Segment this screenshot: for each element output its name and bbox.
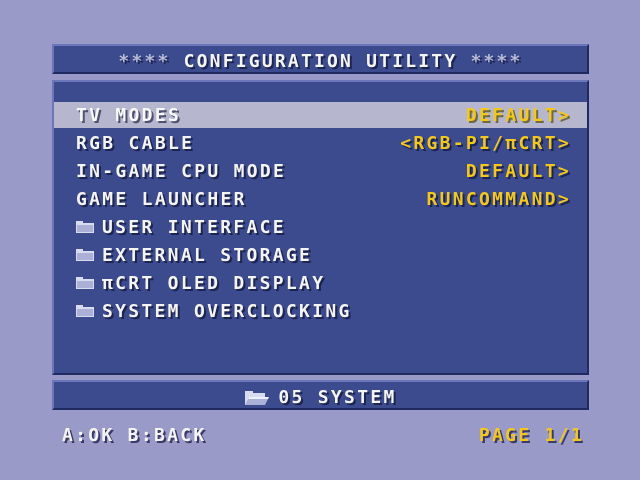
menu-item-oled-display[interactable]: πCRT OLED DISPLAY <box>54 270 587 296</box>
menu-item-label: πCRT OLED DISPLAY <box>102 273 326 294</box>
title-decoration-right: **** <box>470 51 523 72</box>
menu-item-label: USER INTERFACE <box>102 217 286 238</box>
menu-list: TV MODES DEFAULT> RGB CABLE <RGB-PI/πCRT… <box>52 80 589 375</box>
folder-icon <box>76 221 94 233</box>
menu-item-label: RGB CABLE <box>76 133 195 154</box>
menu-item-label: IN-GAME CPU MODE <box>76 161 287 182</box>
menu-item-user-interface[interactable]: USER INTERFACE <box>54 214 587 240</box>
menu-item-tv-modes[interactable]: TV MODES DEFAULT> <box>54 102 587 128</box>
menu-item-rgb-cable[interactable]: RGB CABLE <RGB-PI/πCRT> <box>54 130 587 156</box>
menu-item-external-storage[interactable]: EXTERNAL STORAGE <box>54 242 587 268</box>
menu-item-in-game-cpu-mode[interactable]: IN-GAME CPU MODE DEFAULT> <box>54 158 587 184</box>
breadcrumb: 05 SYSTEM <box>54 387 587 408</box>
menu-item-value[interactable]: DEFAULT> <box>466 161 571 182</box>
menu-item-game-launcher[interactable]: GAME LAUNCHER RUNCOMMAND> <box>54 186 587 212</box>
menu-item-label: GAME LAUNCHER <box>76 189 247 210</box>
menu-item-label: SYSTEM OVERCLOCKING <box>102 301 352 322</box>
title-label: CONFIGURATION UTILITY <box>183 51 458 72</box>
page-indicator: PAGE 1/1 <box>478 425 584 446</box>
title-bar: **** CONFIGURATION UTILITY **** <box>52 44 589 74</box>
folder-icon <box>76 305 94 317</box>
menu-item-value[interactable]: DEFAULT> <box>466 105 571 126</box>
menu-item-label: EXTERNAL STORAGE <box>102 245 313 266</box>
open-folder-icon <box>245 390 270 405</box>
menu-item-label: TV MODES <box>76 105 182 126</box>
page-title: **** CONFIGURATION UTILITY **** <box>54 51 587 72</box>
menu-item-value[interactable]: RUNCOMMAND> <box>426 189 571 210</box>
title-decoration-left: **** <box>118 51 171 72</box>
menu-item-system-overclocking[interactable]: SYSTEM OVERCLOCKING <box>54 298 587 324</box>
breadcrumb-bar: 05 SYSTEM <box>52 380 589 410</box>
breadcrumb-path: 05 SYSTEM <box>278 387 397 408</box>
folder-icon <box>76 277 94 289</box>
folder-icon <box>76 249 94 261</box>
menu-item-value[interactable]: <RGB-PI/πCRT> <box>400 133 571 154</box>
controls-hint: A:OK B:BACK <box>62 425 207 446</box>
